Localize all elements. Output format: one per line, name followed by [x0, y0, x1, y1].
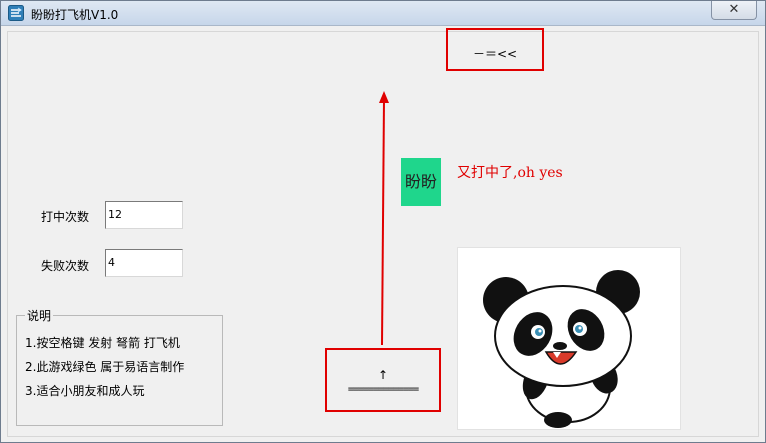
- fails-label: 失败次数: [41, 259, 90, 273]
- panda-image: [457, 247, 681, 430]
- hit-message: 又打中了,oh yes: [457, 165, 563, 181]
- help-line: 1.按空格键 发射 弩箭 打飞机: [25, 336, 180, 350]
- panda-icon: [483, 270, 640, 428]
- green-block: 盼盼: [401, 158, 441, 206]
- help-line: 3.适合小朋友和成人玩: [25, 384, 145, 398]
- arrow-trajectory: [379, 91, 389, 346]
- app-icon: [8, 5, 24, 21]
- fails-field[interactable]: 4: [105, 249, 183, 277]
- launcher-arrow: ↑: [377, 368, 389, 382]
- launcher-base: ==============: [347, 384, 419, 395]
- player-launcher-box: ↑ ==============: [325, 348, 441, 412]
- hits-label: 打中次数: [41, 210, 90, 224]
- close-button[interactable]: ✕: [711, 1, 757, 20]
- help-line: 2.此游戏绿色 属于易语言制作: [25, 360, 185, 374]
- close-icon: ✕: [728, 2, 740, 17]
- window-title: 盼盼打飞机V1.0: [31, 8, 119, 22]
- target-plane-box: －＝<<: [446, 28, 544, 71]
- app-window: 盼盼打飞机V1.0 ✕ －＝<< 盼盼 又打中了,oh yes ↑ ======…: [0, 0, 766, 443]
- title-bar[interactable]: 盼盼打飞机V1.0 ✕: [1, 1, 765, 26]
- hits-field[interactable]: 12: [105, 201, 183, 229]
- help-legend: 说明: [25, 307, 54, 324]
- target-plane-text: －＝<<: [472, 47, 518, 61]
